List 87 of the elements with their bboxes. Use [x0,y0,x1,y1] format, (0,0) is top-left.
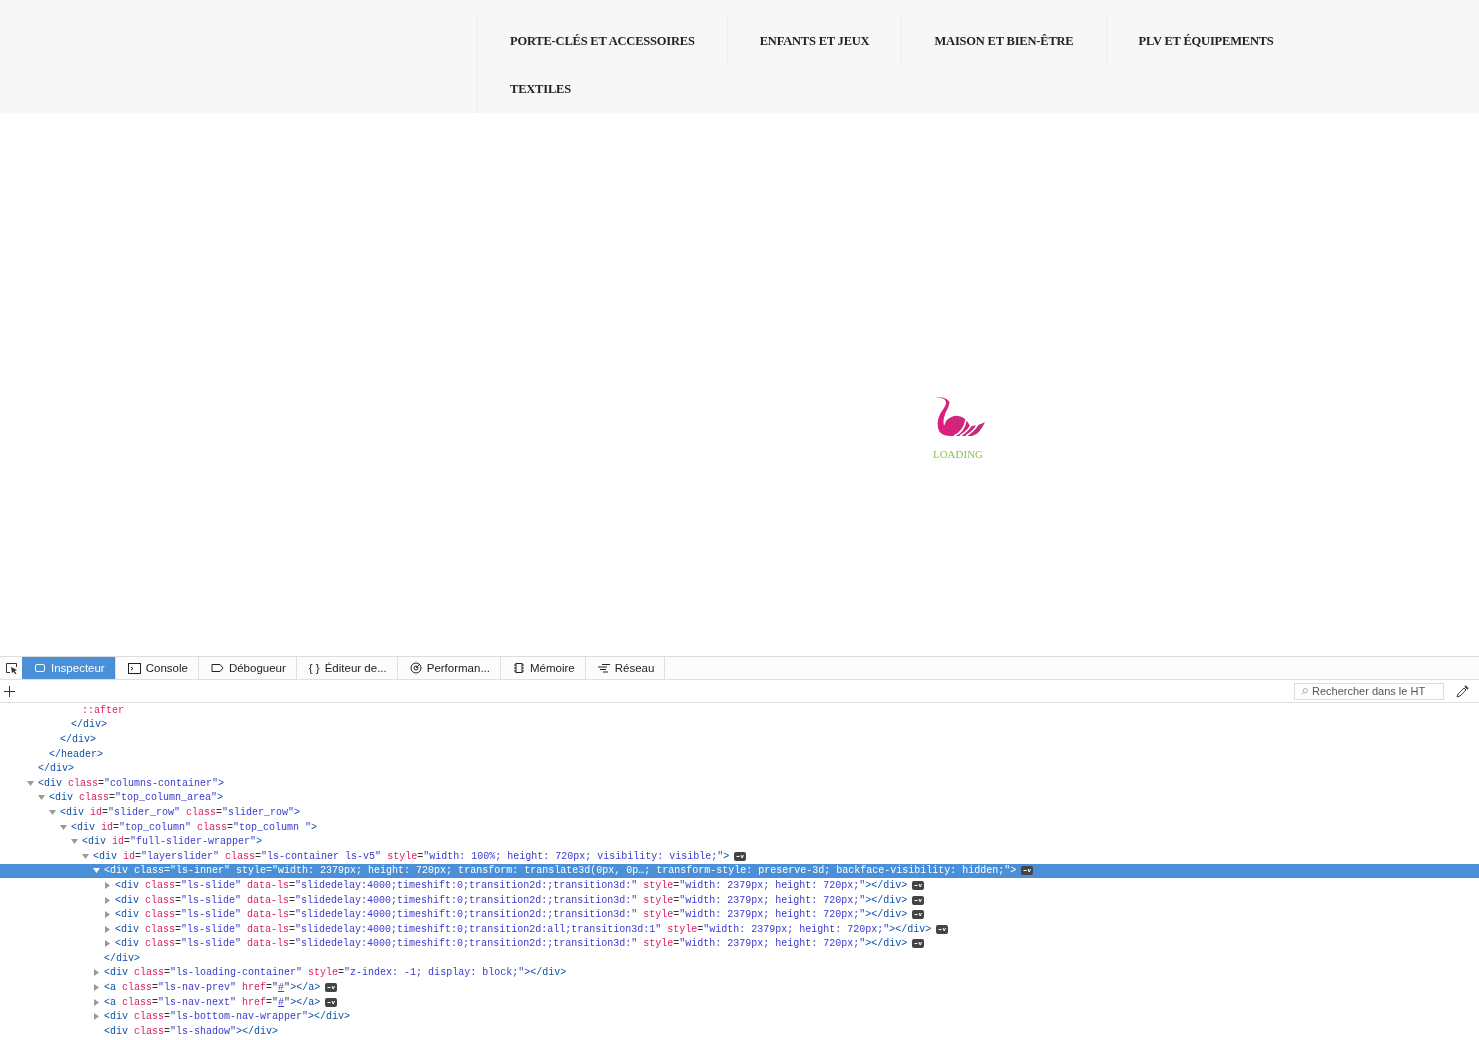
tree-row[interactable]: <a class="ls-nav-next" href="#"></a> [0,994,1479,1010]
code-line: <div class="ls-bottom-nav-wrapper"></div> [104,1011,351,1023]
tree-row[interactable]: <div class="ls-slide" data-ls="slidedelay:4000;timeshift:0;transition2d:;transition3d:" style="width: 2379px; height: 720px;"></div> [0,892,1479,908]
code-line: </div> [38,763,74,775]
tree-row[interactable]: <div id="full-slider-wrapper"> [0,834,1479,849]
expanded-triangle-icon[interactable] [27,779,34,787]
code-line: <div class="columns-container"> [38,777,225,789]
nav-link[interactable]: ENFANTS ET JEUX [726,17,902,65]
code-line: <div class="ls-slide" data-ls="slidedelay:4000;timeshift:0;transition2d:all;transition3d:1" style="width: 2379px; height: 720px;"></div> [115,923,932,935]
event-badge-icon[interactable] [936,924,949,934]
tree-row[interactable]: <div id="layerslider" class="ls-container ls-v5" style="width: 100%; height: 720px; visibility: visible;"> [0,848,1479,864]
tree-row[interactable]: ::after [0,703,1479,718]
lines-icon [597,663,610,673]
code-line: <div class="ls-slide" data-ls="slidedelay:4000;timeshift:0;transition2d:;transition3d:" style="width: 2379px; height: 720px;"></div> [115,938,908,950]
code-line: </header> [49,748,103,760]
collapsed-triangle-icon[interactable] [93,969,100,977]
code-line: </div> [71,719,107,731]
add-icon[interactable] [4,685,15,697]
frame-icon [34,662,46,674]
code-line: <div class="ls-slide" data-ls="slidedelay:4000;timeshift:0;transition2d:;transition3d:" style="width: 2379px; height: 720px;"></div> [115,894,908,906]
tree-row[interactable]: <div class="ls-slide" data-ls="slidedelay:4000;timeshift:0;transition2d:;transition3d:" style="width: 2379px; height: 720px;"></div> [0,907,1479,922]
code-line: <div class="ls-loading-container" style="z-index: -1; display: block;"></div> [104,967,567,979]
code-line: <a class="ls-nav-prev" href="#"></a> [104,982,321,994]
event-badge-icon[interactable] [912,939,925,949]
search-field[interactable]: Rechercher dans le HT [1294,682,1444,700]
devtools-tab[interactable]: Mémoire [501,657,586,679]
nav-link[interactable]: MAISON ET BIEN-ÊTRE [901,17,1106,65]
code-line: <div class="ls-inner" style="width: 2379px; height: 720px; transform: translate3d(0px, 0p…; transform-style: preserve-3d; backface-visibility: hidden;"> [104,865,1017,877]
nav-link[interactable]: PORTE-CLÉS ET ACCESSOIRES [477,17,727,65]
code-line: <a class="ls-nav-next" href="#"></a> [104,996,321,1008]
event-badge-icon[interactable] [912,880,925,890]
expanded-triangle-icon[interactable] [60,823,67,831]
event-badge-icon[interactable] [912,910,925,920]
tree-row[interactable]: <a class="ls-nav-prev" href="#"></a> [0,980,1479,995]
tree-row[interactable]: <div class="top_column_area"> [0,790,1479,806]
expanded-triangle-icon[interactable] [71,838,78,846]
tree-row[interactable]: <div class="ls-slide" data-ls="slidedelay:4000;timeshift:0;transition2d:all;transition3d:1" style="width: 2379px; height: 720px;"></div> [0,921,1479,937]
tree-row[interactable]: <div id="slider_row" class="slider_row"> [0,805,1479,820]
event-badge-icon[interactable] [912,895,925,905]
nav-link[interactable]: PLV ET ÉQUIPEMENTS [1105,17,1306,65]
event-badge-icon[interactable] [325,997,338,1007]
gauge-icon [409,662,422,674]
code-line: <div id="slider_row" class="slider_row"> [60,806,301,818]
element-picker-icon[interactable] [4,662,18,674]
collapsed-triangle-icon[interactable] [104,911,111,919]
event-badge-icon[interactable] [325,983,338,993]
expanded-triangle-icon[interactable] [49,808,56,816]
code-line: ::after [82,704,124,716]
collapsed-triangle-icon[interactable] [104,896,111,904]
tree-row[interactable]: <div id="top_column" class="top_column "> [0,819,1479,835]
code-line: <div class="top_column_area"> [49,792,224,804]
search-icon [1301,686,1308,696]
collapsed-triangle-icon[interactable] [104,940,111,948]
devtools-tab[interactable]: Débogueur [198,657,297,679]
collapsed-triangle-icon[interactable] [93,998,100,1006]
collapsed-triangle-icon[interactable] [104,881,111,889]
tree-row[interactable]: <div class="ls-slide" data-ls="slidedelay:4000;timeshift:0;transition2d:;transition3d:" style="width: 2379px; height: 720px;"></div> [0,878,1479,893]
devtools-tab[interactable]: Réseau [585,657,666,679]
tree-row[interactable]: <div class="ls-slide" data-ls="slidedelay:4000;timeshift:0;transition2d:;transition3d:" style="width: 2379px; height: 720px;"></div> [0,936,1479,952]
expanded-triangle-icon[interactable] [93,867,100,875]
devtools-tab[interactable]: Performan... [397,657,501,679]
code-line: </div> [60,734,96,745]
chip-icon [513,662,525,674]
devtools-tab[interactable]: { } Éditeur de... [296,657,398,679]
code-line: <div class="ls-slide" data-ls="slidedelay:4000;timeshift:0;transition2d:;transition3d:" style="width: 2379px; height: 720px;"></div> [115,909,908,921]
tree-row[interactable]: <div class="columns-container"> [0,775,1479,791]
tag-icon [210,663,224,673]
code-line: <div id="layerslider" class="ls-container ls-v5" style="width: 100%; height: 720px; visibility: visible;"> [93,850,730,862]
collapsed-triangle-icon[interactable] [93,1013,100,1021]
collapsed-triangle-icon[interactable] [104,925,111,933]
devtools-tab[interactable]: Console [115,657,199,679]
code-line: <div id="top_column" class="top_column "> [71,821,318,833]
event-badge-icon[interactable] [1021,866,1034,876]
loading-text: LOADING [932,447,984,460]
tree-row[interactable]: <div class="ls-shadow"></div> [0,1024,1479,1039]
tree-row[interactable]: <div class="ls-bottom-nav-wrapper"></div> [0,1009,1479,1025]
event-badge-icon[interactable] [734,851,747,861]
expanded-triangle-icon[interactable] [82,852,89,860]
code-line: <div id="full-slider-wrapper"> [82,836,263,848]
collapsed-triangle-icon[interactable] [93,984,100,992]
nav-link[interactable]: TEXTILES [477,65,603,113]
code-line: <div class="ls-shadow"></div> [104,1025,279,1037]
tree-row[interactable]: <div class="ls-loading-container" style="z-index: -1; display: block;"></div> [0,965,1479,981]
console-icon [127,662,141,674]
code-line: </div> [104,952,140,964]
code-line: <div class="ls-slide" data-ls="slidedelay:4000;timeshift:0;transition2d:;transition3d:" style="width: 2379px; height: 720px;"></div> [115,879,908,891]
expanded-triangle-icon[interactable] [38,794,45,802]
